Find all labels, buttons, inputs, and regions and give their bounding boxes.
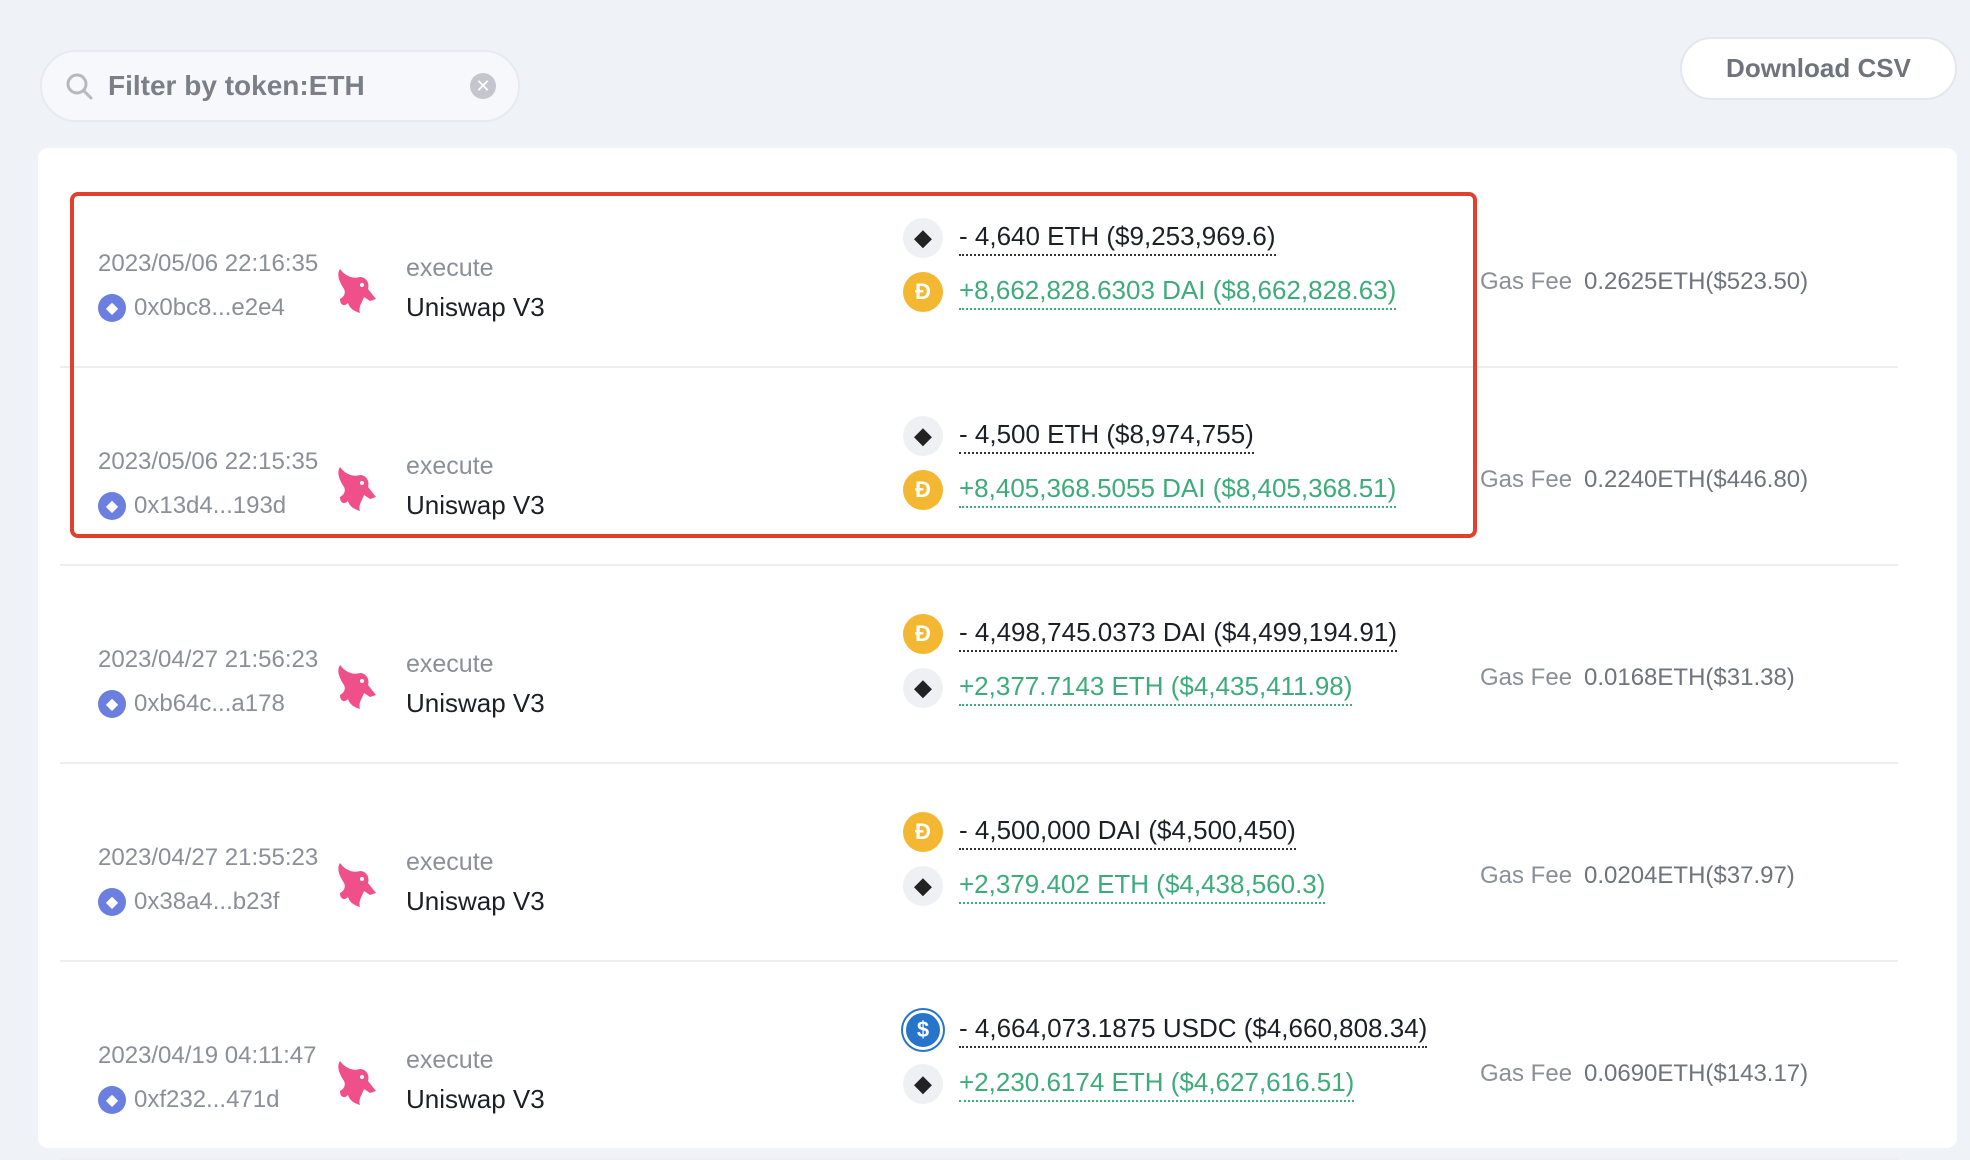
uniswap-icon: [332, 661, 380, 718]
tx-hash-link[interactable]: ◆ 0x13d4...193d: [98, 492, 286, 520]
ethereum-chain-icon: ◆: [98, 492, 126, 520]
eth-token-icon: ◆: [903, 1064, 943, 1104]
token-in: Ð +8,405,368.5055 DAI ($8,405,368.51): [903, 470, 1396, 510]
uniswap-icon: [332, 463, 380, 520]
token-out: ◆ - 4,500 ETH ($8,974,755): [903, 416, 1254, 456]
gas-fee-label: Gas Fee: [1480, 466, 1572, 494]
tx-hash[interactable]: 0x13d4...193d: [134, 492, 286, 520]
tx-hash-link[interactable]: ◆ 0x38a4...b23f: [98, 888, 279, 916]
dai-token-icon: Ð: [903, 272, 943, 312]
tx-hash[interactable]: 0x0bc8...e2e4: [134, 294, 285, 322]
token-in: ◆ +2,377.7143 ETH ($4,435,411.98): [903, 668, 1352, 708]
tx-time: 2023/04/19 04:11:47: [98, 1042, 316, 1070]
tx-method: execute: [406, 650, 494, 679]
gas-fee-value: 0.0168ETH($31.38): [1584, 664, 1795, 692]
ethereum-chain-icon: ◆: [98, 294, 126, 322]
eth-token-icon: ◆: [903, 668, 943, 708]
token-out: Ð - 4,500,000 DAI ($4,500,450): [903, 812, 1296, 852]
eth-token-icon: ◆: [903, 866, 943, 906]
tx-time: 2023/04/27 21:56:23: [98, 646, 318, 674]
amount-out[interactable]: - 4,640 ETH ($9,253,969.6): [959, 221, 1276, 256]
uniswap-icon: [332, 859, 380, 916]
table-row[interactable]: 2023/05/06 22:16:35 ◆ 0x0bc8...e2e4 execu…: [60, 170, 1898, 368]
dai-token-icon: Ð: [903, 614, 943, 654]
amount-in[interactable]: +2,230.6174 ETH ($4,627,616.51): [959, 1067, 1354, 1102]
token-out: $ - 4,664,073.1875 USDC ($4,660,808.34): [903, 1010, 1427, 1050]
gas-fee-label: Gas Fee: [1480, 664, 1572, 692]
dai-token-icon: Ð: [903, 470, 943, 510]
token-filter-search[interactable]: ✕: [40, 50, 520, 122]
tx-method: execute: [406, 1046, 494, 1075]
gas-fee-value: 0.0204ETH($37.97): [1584, 862, 1795, 890]
search-icon: [64, 71, 94, 101]
protocol-name: Uniswap V3: [406, 490, 545, 521]
ethereum-chain-icon: ◆: [98, 888, 126, 916]
amount-out[interactable]: - 4,500 ETH ($8,974,755): [959, 419, 1254, 454]
table-row[interactable]: 2023/05/06 22:15:35 ◆ 0x13d4...193d execu…: [60, 368, 1898, 566]
tx-hash[interactable]: 0xf232...471d: [134, 1086, 279, 1114]
tx-hash-link[interactable]: ◆ 0x0bc8...e2e4: [98, 294, 285, 322]
gas-fee-value: 0.2240ETH($446.80): [1584, 466, 1808, 494]
ethereum-chain-icon: ◆: [98, 690, 126, 718]
table-row[interactable]: 2023/04/27 21:55:23 ◆ 0x38a4...b23f execu…: [60, 764, 1898, 962]
gas-fee-value: 0.0690ETH($143.17): [1584, 1060, 1808, 1088]
tx-method: execute: [406, 254, 494, 283]
filter-input[interactable]: [108, 70, 448, 102]
tx-method: execute: [406, 452, 494, 481]
gas-fee-value: 0.2625ETH($523.50): [1584, 268, 1808, 296]
amount-out[interactable]: - 4,498,745.0373 DAI ($4,499,194.91): [959, 617, 1397, 652]
token-out: ◆ - 4,640 ETH ($9,253,969.6): [903, 218, 1276, 258]
eth-token-icon: ◆: [903, 218, 943, 258]
table-row[interactable]: 2023/04/19 04:11:47 ◆ 0xf232...471d execu…: [60, 962, 1898, 1160]
clear-filter-icon[interactable]: ✕: [470, 73, 496, 99]
token-in: ◆ +2,230.6174 ETH ($4,627,616.51): [903, 1064, 1354, 1104]
eth-token-icon: ◆: [903, 416, 943, 456]
tx-time: 2023/05/06 22:16:35: [98, 250, 318, 278]
tx-time: 2023/05/06 22:15:35: [98, 448, 318, 476]
gas-fee-label: Gas Fee: [1480, 862, 1572, 890]
table-row[interactable]: 2023/04/27 21:56:23 ◆ 0xb64c...a178 execu…: [60, 566, 1898, 764]
amount-out[interactable]: - 4,500,000 DAI ($4,500,450): [959, 815, 1296, 850]
dai-token-icon: Ð: [903, 812, 943, 852]
download-csv-button[interactable]: Download CSV: [1680, 37, 1957, 100]
protocol-name: Uniswap V3: [406, 688, 545, 719]
token-out: Ð - 4,498,745.0373 DAI ($4,499,194.91): [903, 614, 1397, 654]
tx-hash-link[interactable]: ◆ 0xf232...471d: [98, 1086, 279, 1114]
ethereum-chain-icon: ◆: [98, 1086, 126, 1114]
amount-in[interactable]: +2,377.7143 ETH ($4,435,411.98): [959, 671, 1352, 706]
usdc-token-icon: $: [903, 1010, 943, 1050]
token-in: Ð +8,662,828.6303 DAI ($8,662,828.63): [903, 272, 1396, 312]
protocol-name: Uniswap V3: [406, 886, 545, 917]
tx-time: 2023/04/27 21:55:23: [98, 844, 318, 872]
gas-fee-label: Gas Fee: [1480, 268, 1572, 296]
uniswap-icon: [332, 1057, 380, 1114]
gas-fee-label: Gas Fee: [1480, 1060, 1572, 1088]
protocol-name: Uniswap V3: [406, 1084, 545, 1115]
tx-hash-link[interactable]: ◆ 0xb64c...a178: [98, 690, 285, 718]
tx-hash[interactable]: 0x38a4...b23f: [134, 888, 279, 916]
amount-in[interactable]: +2,379.402 ETH ($4,438,560.3): [959, 869, 1325, 904]
amount-in[interactable]: +8,405,368.5055 DAI ($8,405,368.51): [959, 473, 1396, 508]
tx-hash[interactable]: 0xb64c...a178: [134, 690, 285, 718]
tx-method: execute: [406, 848, 494, 877]
amount-out[interactable]: - 4,664,073.1875 USDC ($4,660,808.34): [959, 1013, 1427, 1048]
token-in: ◆ +2,379.402 ETH ($4,438,560.3): [903, 866, 1325, 906]
uniswap-icon: [332, 265, 380, 322]
amount-in[interactable]: +8,662,828.6303 DAI ($8,662,828.63): [959, 275, 1396, 310]
protocol-name: Uniswap V3: [406, 292, 545, 323]
